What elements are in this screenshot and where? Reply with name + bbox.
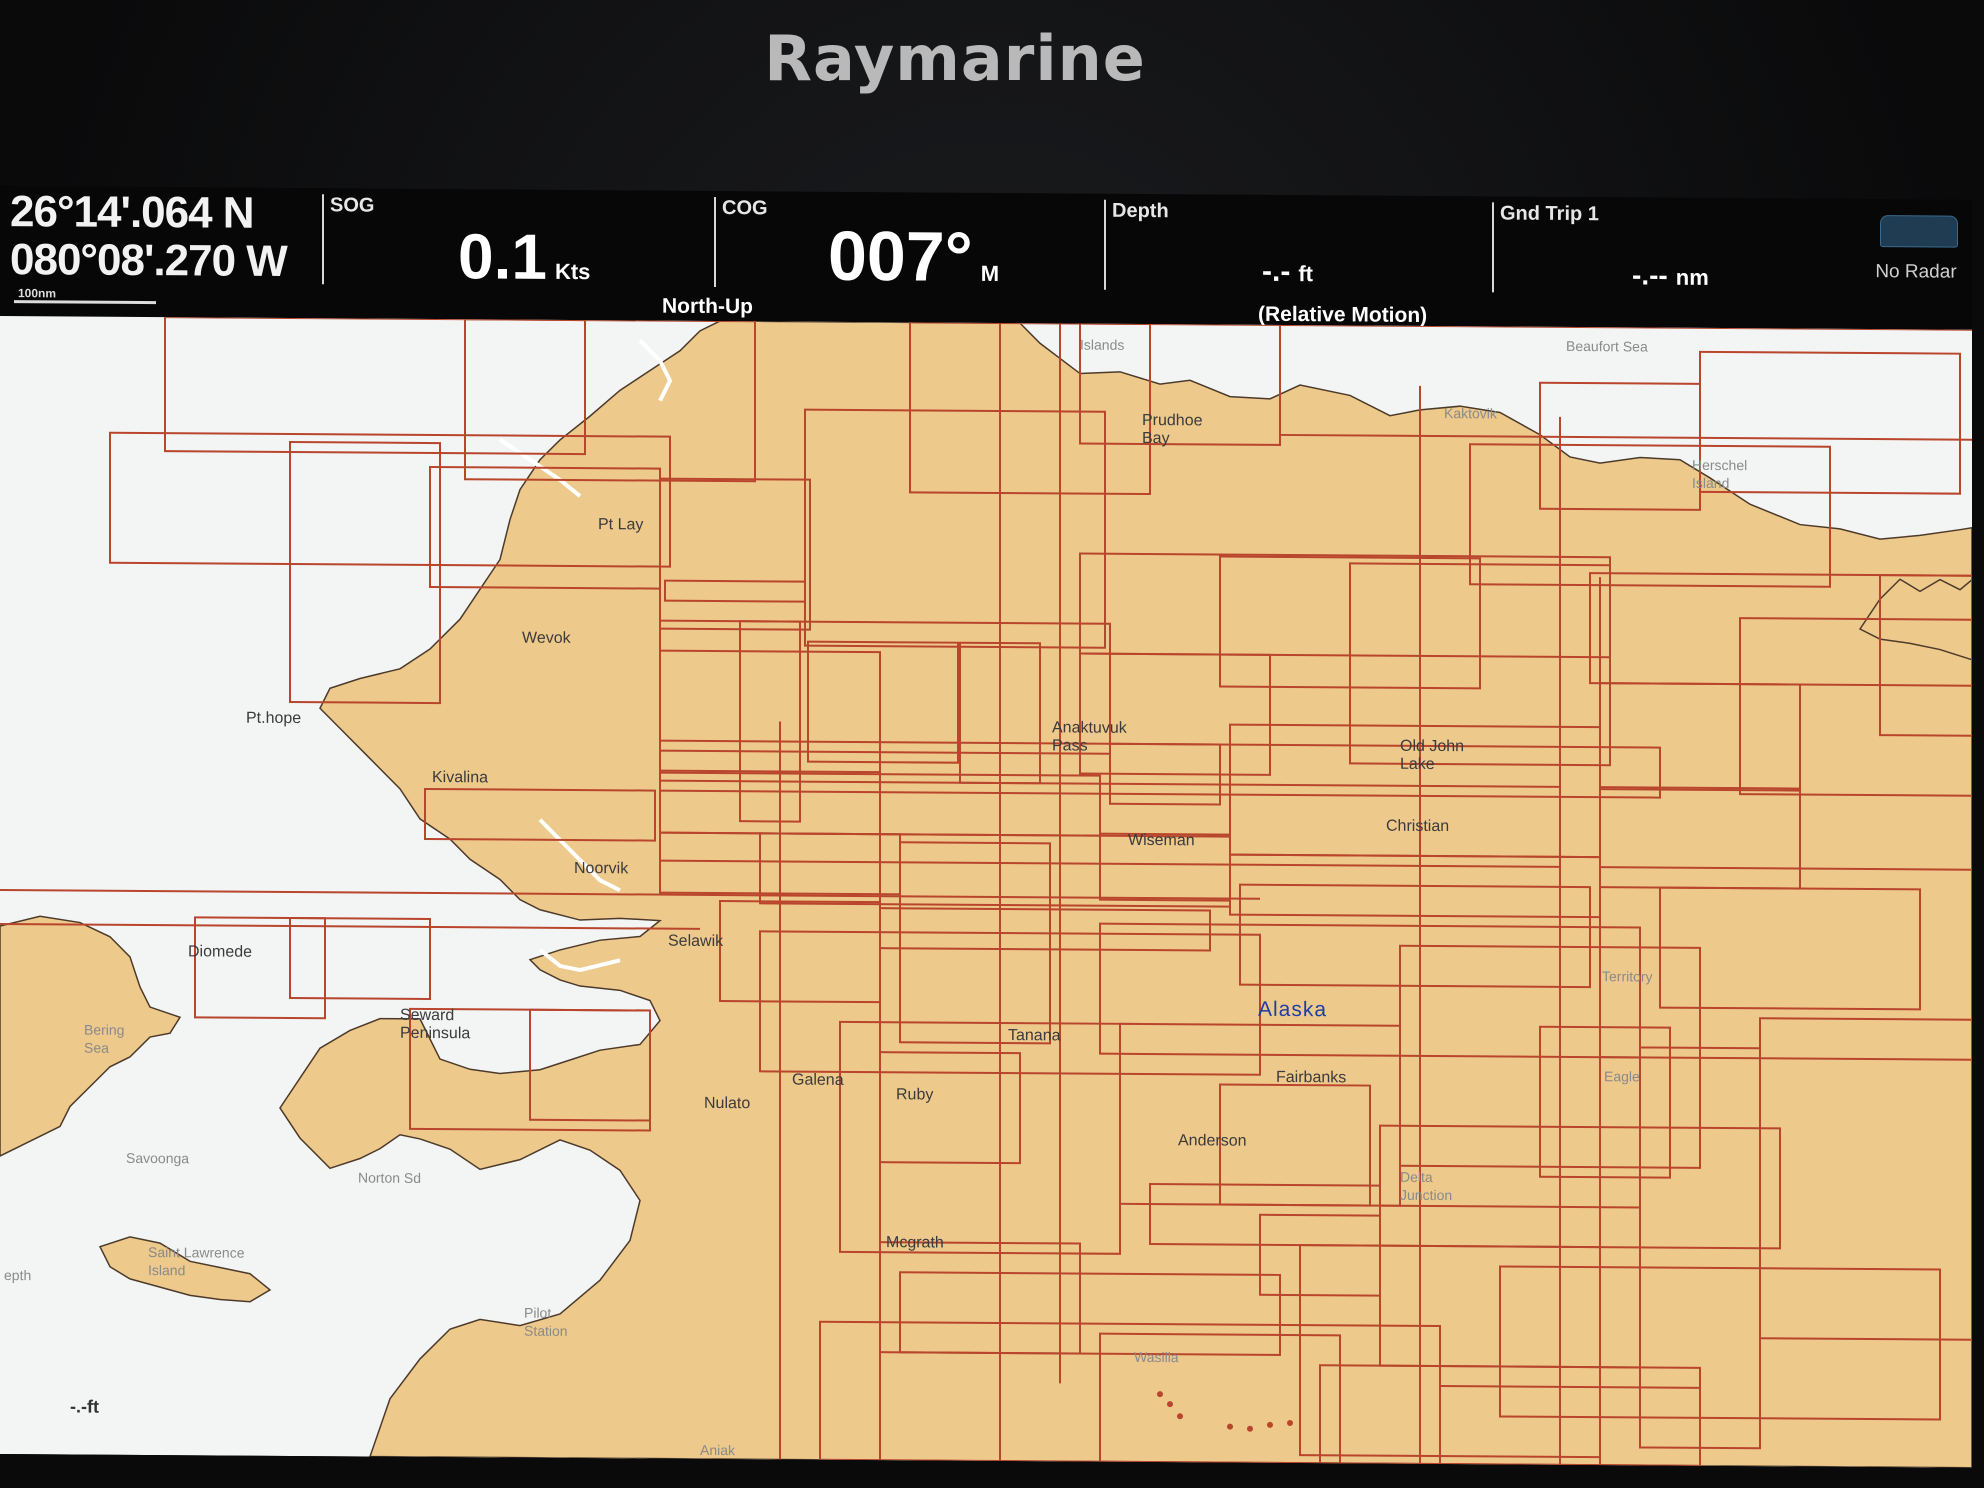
place-label: Delta Junction — [1400, 1168, 1453, 1204]
place-label: Wasilla — [1134, 1348, 1179, 1366]
place-label: Bering Sea — [84, 1021, 125, 1056]
cog-label: COG — [722, 197, 768, 220]
cog-value: 007° M — [828, 216, 999, 297]
place-label: Savoonga — [126, 1149, 190, 1167]
longitude-value: 080°08'.270 W — [10, 235, 287, 287]
place-label: Pt.hope — [246, 709, 302, 728]
place-label: Mcgrath — [886, 1234, 944, 1252]
place-label: Selawik — [668, 932, 724, 951]
latitude-value: 26°14'.064 N — [10, 187, 254, 238]
place-label: Tanana — [1008, 1027, 1061, 1045]
gnd-trip-cell[interactable]: Gnd Trip 1 -.-- nm — [1494, 200, 1864, 303]
gnd-trip-value: -.-- nm — [1632, 259, 1709, 292]
place-label-region: Alaska — [1258, 997, 1328, 1022]
nautical-chart[interactable]: Pt Lay Islands Prudhoe Bay Kaktovik Beau… — [0, 316, 1972, 1468]
position-readout: 26°14'.064 N 080°08'.270 W — [10, 187, 287, 287]
cog-unit: M — [980, 260, 1000, 286]
place-label: Eagle — [1604, 1068, 1640, 1085]
chart-canvas — [0, 316, 1972, 1468]
chartplotter-screen: 26°14'.064 N 080°08'.270 W 100nm SOG 0.1… — [0, 186, 1972, 1468]
place-label: Prudhoe Bay — [1142, 411, 1203, 448]
gnd-trip-unit: nm — [1675, 264, 1709, 290]
brand-logo: Raymarine — [764, 22, 1146, 95]
place-label: Beaufort Sea — [1566, 337, 1648, 355]
place-label: Old John Lake — [1400, 737, 1465, 774]
place-label: Christian — [1386, 817, 1450, 836]
orientation-mode[interactable]: North-Up — [662, 295, 753, 320]
sog-value: 0.1 Kts — [458, 219, 590, 294]
scale-bar — [14, 300, 156, 305]
depth-number: -.- — [1262, 254, 1291, 289]
place-label: Diomede — [188, 943, 253, 961]
place-label: Herschel Island — [1692, 456, 1748, 492]
place-label: Wiseman — [1128, 831, 1195, 850]
place-label: Islands — [1080, 336, 1125, 353]
place-label: Territory — [1602, 968, 1653, 985]
place-label: Noorvik — [574, 860, 629, 878]
place-label: Saint Lawrence Island — [148, 1244, 245, 1279]
gnd-trip-label: Gnd Trip 1 — [1500, 202, 1599, 226]
place-label: Pilot Station — [524, 1304, 568, 1339]
depth-unit: ft — [1298, 261, 1313, 287]
radar-icon — [1880, 215, 1958, 248]
sog-cell[interactable]: SOG 0.1 Kts — [324, 192, 714, 295]
place-label: Nulato — [704, 1094, 751, 1113]
place-label: Seward Peninsula — [400, 1006, 471, 1043]
place-label: Norton Sd — [358, 1169, 422, 1186]
place-label: Kivalina — [432, 769, 489, 787]
depth-value: -.- ft — [1262, 255, 1313, 289]
cog-cell[interactable]: COG 007° M — [716, 195, 1106, 298]
place-label: Anaktuvuk Pass — [1052, 719, 1127, 755]
place-label: Anderson — [1178, 1132, 1247, 1150]
depth-label: Depth — [1112, 199, 1169, 223]
place-label: Aniak — [700, 1441, 736, 1459]
sog-label: SOG — [330, 194, 375, 217]
sog-number: 0.1 — [458, 220, 547, 293]
radar-status-text: No Radar — [1875, 261, 1957, 283]
place-label: Kaktovik — [1444, 405, 1497, 422]
gnd-trip-number: -.-- — [1632, 259, 1668, 291]
scale-label: 100nm — [18, 286, 57, 301]
depth-side-label: epth — [4, 1267, 32, 1284]
place-label: Wevok — [522, 629, 571, 647]
place-label: Ruby — [896, 1086, 934, 1104]
cog-number: 007° — [828, 216, 973, 296]
radar-status[interactable]: No Radar — [1866, 215, 1966, 302]
chart-depth-readout: -.-ft — [70, 1396, 99, 1417]
sog-unit: Kts — [554, 258, 591, 285]
place-label: Fairbanks — [1276, 1068, 1347, 1087]
databar[interactable]: 26°14'.064 N 080°08'.270 W 100nm SOG 0.1… — [0, 186, 1972, 330]
depth-cell[interactable]: Depth -.- ft — [1106, 198, 1492, 301]
place-label: Galena — [792, 1071, 844, 1089]
place-label: Pt Lay — [598, 516, 644, 534]
